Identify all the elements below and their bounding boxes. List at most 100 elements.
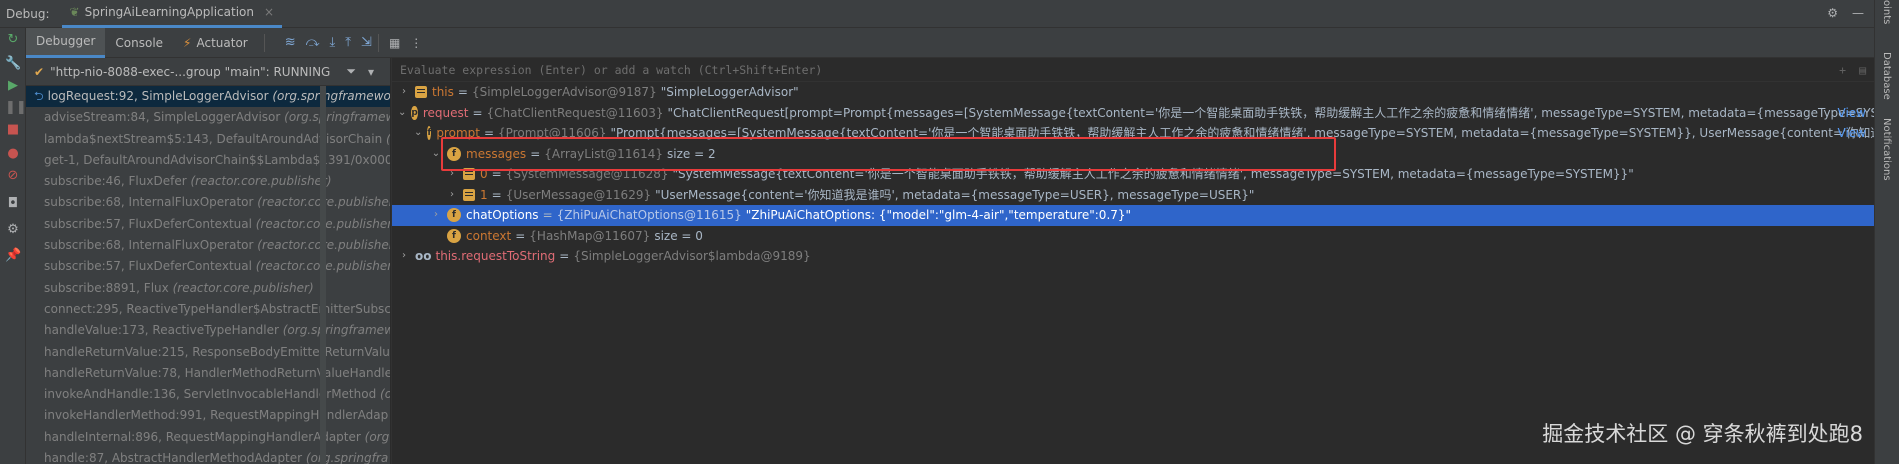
stack-frame-row[interactable]: adviseStream:84, SimpleLoggerAdvisor (or… (26, 107, 390, 128)
evaluate-table-icon[interactable]: ▦ (389, 36, 400, 50)
variable-name: this.requestToString (435, 249, 556, 263)
variable-value: "UserMessage{content='你知道我是谁吗', metadata… (655, 187, 1255, 202)
frame-package: (org.springfra (305, 451, 389, 464)
variable-row-context[interactable]: f context = {HashMap@11607} size = 0 (392, 226, 1874, 247)
frame-method: handle:87, AbstractHandlerMethodAdapter (44, 451, 303, 464)
stack-frame-row[interactable]: connect:295, ReactiveTypeHandler$Abstrac… (26, 299, 390, 320)
stop-icon[interactable]: ■ (5, 122, 21, 138)
database-tool-label[interactable]: Database (1881, 52, 1892, 100)
expand-chevron-icon[interactable]: › (398, 82, 410, 103)
close-tab-icon[interactable]: × (264, 5, 274, 19)
list-element-icon (463, 188, 475, 201)
gear-icon[interactable]: ⚙ (1827, 6, 1838, 20)
frame-method: get-1, DefaultAroundAdvisorChain$$Lambda… (44, 152, 390, 167)
variable-row-messages[interactable]: ⌄ f messages = {ArrayList@11614} size = 2 (392, 144, 1874, 165)
variable-row-message-1[interactable]: › 1 = {UserMessage@11629} "UserMessage{co… (392, 185, 1874, 206)
add-watch-icon[interactable]: + (1839, 63, 1846, 77)
variable-value: "SimpleLoggerAdvisor" (660, 85, 799, 99)
step-over-icon[interactable]: ⤼ (306, 35, 320, 50)
stack-frame-row[interactable]: handle:87, AbstractHandlerMethodAdapter … (26, 448, 390, 464)
frame-method: handleReturnValue:78, HandlerMethodRetur… (44, 365, 390, 380)
variable-type: {ChatClientRequest@11603} (486, 105, 664, 120)
variable-row-this[interactable]: › this = {SimpleLoggerAdvisor@9187} "Simp… (392, 82, 1874, 103)
collapse-chevron-icon[interactable]: ⌄ (430, 144, 442, 165)
panel-splitter[interactable] (320, 86, 326, 464)
pin-icon[interactable]: 📌 (5, 248, 21, 264)
frame-package: (org.springframewo (272, 89, 390, 103)
variable-value: "SystemMessage{textContent='你是一个智能桌面助手铁铁… (672, 167, 1634, 181)
variable-type: {ZhiPuAiChatOptions@11615} (556, 208, 742, 222)
stack-frame-row[interactable]: subscribe:46, FluxDefer (reactor.core.pu… (26, 171, 390, 192)
view-breakpoints-icon[interactable]: ● (5, 146, 21, 162)
thread-selector[interactable]: ✔ "http-nio-8088-exec-...group "main": R… (26, 58, 390, 86)
settings-icon[interactable]: ⚙ (5, 222, 21, 238)
variable-row-requesttostring[interactable]: › oo this.requestToString = {SimpleLogger… (392, 246, 1874, 267)
variable-row-message-0[interactable]: › 0 = {SystemMessage@11628} "SystemMessag… (392, 164, 1874, 185)
tab-console-label: Console (115, 35, 164, 50)
variable-row-prompt[interactable]: ⌄ f prompt = {Prompt@11606} "Prompt{messa… (392, 123, 1874, 144)
variable-value: size = 2 (667, 146, 716, 161)
frame-package: (o (380, 387, 390, 402)
tab-console[interactable]: Console (105, 28, 173, 58)
expand-chevron-icon[interactable]: › (446, 164, 458, 185)
variable-name: prompt (436, 126, 480, 140)
more-options-icon[interactable]: ⋮ (410, 36, 422, 50)
variable-row-chatoptions[interactable]: › f chatOptions = {ZhiPuAiChatOptions@116… (392, 205, 1874, 226)
stack-frame-row[interactable]: handleValue:173, ReactiveTypeHandler (or… (26, 320, 390, 341)
watermark: 掘金技术社区 @ 穿条秋裤到处跑8 (1542, 422, 1863, 446)
collapse-chevron-icon[interactable]: ⌄ (414, 123, 422, 144)
filter-icon[interactable]: ⏷ (346, 64, 356, 79)
variable-type: {SystemMessage@11628} (505, 167, 669, 181)
variable-value: "ZhiPuAiChatOptions: {"model":"glm-4-air… (745, 208, 1132, 222)
variables-panel: Evaluate expression (Enter) or add a wat… (391, 58, 1874, 464)
stack-frame-row[interactable]: subscribe:68, InternalFluxOperator (reac… (26, 192, 390, 213)
frame-method: subscribe:57, FluxDeferContextual (44, 216, 252, 231)
frame-method: handleInternal:896, RequestMappingHandle… (44, 429, 361, 444)
stack-frame-row[interactable]: ⮌ logRequest:92, SimpleLoggerAdvisor (org… (26, 86, 390, 108)
chevron-down-icon[interactable]: ▾ (368, 65, 374, 79)
breakpoints-tool-label[interactable]: oints (1881, 0, 1892, 24)
step-out-icon[interactable]: ⤒ (345, 35, 351, 50)
stack-frame-row[interactable]: handleReturnValue:215, ResponseBodyEmitt… (26, 342, 390, 363)
mute-breakpoints-icon[interactable]: ⊘ (5, 168, 21, 184)
stack-frame-row[interactable]: lambda$nextStream$5:143, DefaultAroundAd… (26, 129, 390, 150)
step-into-icon[interactable]: ⤓ (330, 35, 336, 50)
frame-package: (reactor.core.publisher) (190, 174, 332, 189)
stack-frame-row[interactable]: invokeHandlerMethod:991, RequestMappingH… (26, 405, 390, 426)
frame-package: (org (364, 429, 390, 444)
run-config-tab[interactable]: ❦ SpringAiLearningApplication × (61, 0, 283, 28)
stack-frame-row[interactable]: subscribe:68, InternalFluxOperator (reac… (26, 235, 390, 256)
variable-type: {SimpleLoggerAdvisor$lambda@9189} (573, 249, 811, 263)
stack-frame-row[interactable]: handleReturnValue:78, HandlerMethodRetur… (26, 363, 390, 384)
collapse-chevron-icon[interactable]: ⌄ (398, 103, 406, 124)
notifications-tool-label[interactable]: Notifications (1881, 118, 1892, 181)
stack-frame-row[interactable]: invokeAndHandle:136, ServletInvocableHan… (26, 384, 390, 405)
minimize-icon[interactable]: — (1852, 6, 1864, 20)
tab-debugger[interactable]: Debugger (26, 27, 106, 58)
camera-icon[interactable]: ◘ (5, 196, 21, 212)
resume-icon[interactable]: ▶ (5, 78, 21, 94)
thread-check-icon: ✔ (34, 64, 45, 79)
wrench-icon[interactable]: 🔧 (5, 56, 21, 72)
variable-row-request[interactable]: ⌄ p request = {ChatClientRequest@11603} "… (392, 103, 1874, 124)
expand-chevron-icon[interactable]: › (430, 205, 442, 226)
pause-icon[interactable]: ❚❚ (5, 100, 27, 116)
current-frame-arrow-icon: ⮌ (34, 89, 44, 103)
stack-frame-row[interactable]: handleInternal:896, RequestMappingHandle… (26, 427, 390, 448)
expand-chevron-icon[interactable]: › (398, 246, 410, 267)
stack-frame-row[interactable]: subscribe:57, FluxDeferContextual (react… (26, 256, 390, 277)
evaluate-expression-input[interactable]: Evaluate expression (Enter) or add a wat… (392, 58, 1874, 82)
watches-menu-icon[interactable]: ▤ (1859, 63, 1866, 77)
view-link[interactable]: View (1838, 123, 1866, 144)
stack-frame-row[interactable]: get-1, DefaultAroundAdvisorChain$$Lambda… (26, 150, 390, 171)
tab-actuator[interactable]: ⚡ Actuator (173, 28, 258, 58)
view-link[interactable]: View (1838, 103, 1866, 124)
show-execution-point-icon[interactable]: ≋ (285, 35, 296, 50)
run-to-cursor-icon[interactable]: ⇲ (361, 35, 372, 50)
stack-frame-row[interactable]: subscribe:57, FluxDeferContextual (react… (26, 214, 390, 235)
watch-infinity-icon: oo (415, 249, 432, 263)
rerun-icon[interactable]: ↻ (5, 32, 21, 48)
expand-chevron-icon[interactable]: › (446, 185, 458, 206)
stack-frame-row[interactable]: subscribe:8891, Flux (reactor.core.publi… (26, 278, 390, 299)
toolbar-separator (377, 33, 379, 52)
